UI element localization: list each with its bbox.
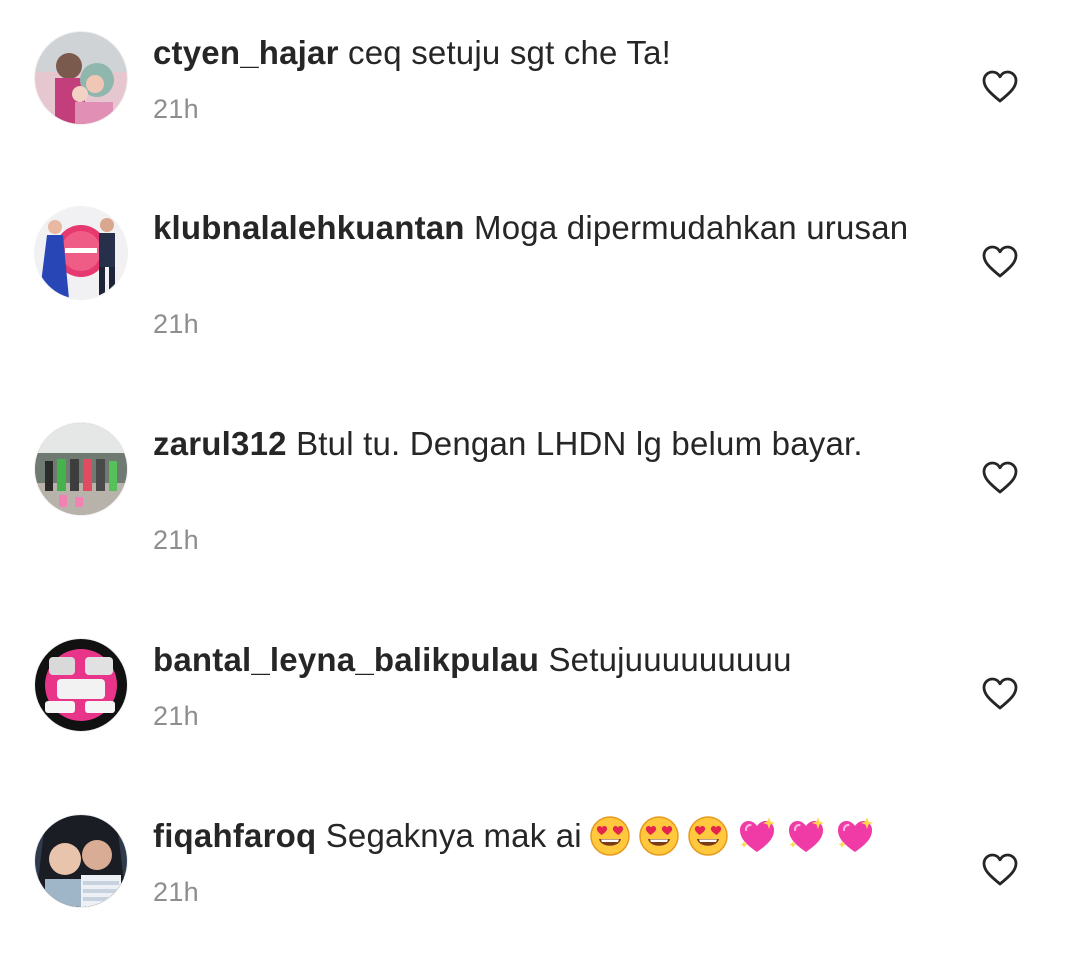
comment-timestamp: 21h	[153, 94, 199, 124]
comment-text: Setujuuuuuuuuu	[548, 641, 792, 678]
avatar[interactable]	[35, 207, 127, 299]
heart-outline-icon	[982, 461, 1018, 495]
comment-body: fiqahfaroq Segaknya mak ai 21h	[153, 815, 923, 907]
like-button[interactable]	[982, 70, 1018, 104]
comment-username[interactable]: bantal_leyna_balikpulau	[153, 641, 539, 678]
sparkling-heart-emoji	[785, 815, 827, 857]
heart-outline-icon	[982, 70, 1018, 104]
heart-eyes-emoji	[638, 815, 680, 857]
sparkling-heart-emoji	[834, 815, 876, 857]
like-button[interactable]	[982, 461, 1018, 495]
comment-text-block: bantal_leyna_balikpulau Setujuuuuuuuuu	[153, 639, 923, 680]
heart-eyes-emoji	[687, 815, 729, 857]
avatar[interactable]	[35, 423, 127, 515]
comment-username[interactable]: fiqahfaroq	[153, 817, 316, 854]
comment-timestamp: 21h	[153, 877, 199, 907]
avatar[interactable]	[35, 639, 127, 731]
comment-text: Segaknya mak ai	[325, 817, 582, 854]
comment-username[interactable]: ctyen_hajar	[153, 34, 339, 71]
comment-username[interactable]: klubnalalehkuantan	[153, 209, 465, 246]
comment-text-block: zarul312 Btul tu. Dengan LHDN lg belum b…	[153, 423, 923, 464]
heart-outline-icon	[982, 853, 1018, 887]
comment-username[interactable]: zarul312	[153, 425, 287, 462]
like-button[interactable]	[982, 853, 1018, 887]
comment-body: ctyen_hajar ceq setuju sgt che Ta! 21h	[153, 32, 923, 124]
sparkling-heart-emoji	[736, 815, 778, 857]
comment-text-block: fiqahfaroq Segaknya mak ai	[153, 815, 923, 857]
heart-eyes-emoji	[589, 815, 631, 857]
comment-timestamp: 21h	[153, 701, 199, 731]
like-button[interactable]	[982, 677, 1018, 711]
avatar[interactable]	[35, 815, 127, 907]
comment-text: Moga dipermudahkan urusan	[474, 209, 909, 246]
heart-outline-icon	[982, 245, 1018, 279]
comment-text-block: klubnalalehkuantan Moga dipermudahkan ur…	[153, 207, 923, 248]
comment-body: zarul312 Btul tu. Dengan LHDN lg belum b…	[153, 423, 923, 555]
comment-timestamp: 21h	[153, 309, 199, 339]
comment-timestamp: 21h	[153, 525, 199, 555]
comment-text: ceq setuju sgt che Ta!	[348, 34, 672, 71]
comment-text: Btul tu. Dengan LHDN lg belum bayar.	[296, 425, 863, 462]
heart-outline-icon	[982, 677, 1018, 711]
like-button[interactable]	[982, 245, 1018, 279]
avatar[interactable]	[35, 32, 127, 124]
comment-text-block: ctyen_hajar ceq setuju sgt che Ta!	[153, 32, 923, 73]
comment-body: bantal_leyna_balikpulau Setujuuuuuuuuu 2…	[153, 639, 923, 731]
comment-list: ctyen_hajar ceq setuju sgt che Ta! 21h k…	[0, 0, 1080, 962]
comment-body: klubnalalehkuantan Moga dipermudahkan ur…	[153, 207, 923, 339]
